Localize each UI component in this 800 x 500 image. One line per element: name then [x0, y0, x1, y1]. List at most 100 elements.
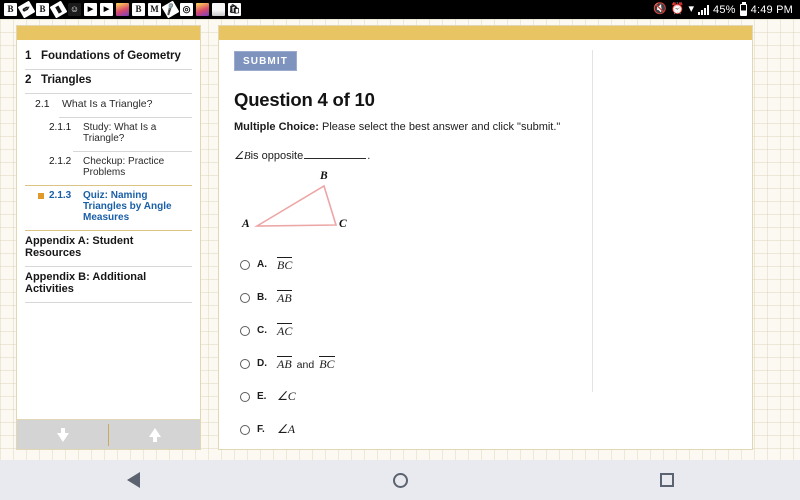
- answer-options-list: A. BC B. AB C. AC D. AB and BC E. ∠C F. …: [234, 254, 752, 440]
- option-content: AB and BC: [277, 356, 335, 371]
- sidebar-item-number: 2.1.3: [49, 190, 72, 201]
- radio-button-d[interactable]: [240, 358, 250, 369]
- radio-button-c[interactable]: [240, 325, 250, 336]
- scroll-up-button[interactable]: [109, 420, 200, 449]
- sidebar-item-label: Checkup: Practice Problems: [83, 156, 165, 178]
- grid-paper-background: 1 Foundations of Geometry 2 Triangles 2.…: [0, 19, 800, 460]
- option-a[interactable]: A. BC: [234, 254, 752, 275]
- radio-button-f[interactable]: [240, 424, 250, 435]
- instructions-prefix: Multiple Choice:: [234, 121, 319, 133]
- sidebar-item-number: 2.1.1: [49, 122, 72, 133]
- sidebar-item-appendix-b[interactable]: Appendix B: Additional Activities: [17, 267, 200, 299]
- option-letter: D.: [257, 358, 267, 369]
- option-letter: C.: [257, 325, 267, 336]
- radio-button-a[interactable]: [240, 259, 250, 270]
- question-stem: ∠B is opposite.: [234, 149, 752, 162]
- sidebar-item-foundations-of-geometry[interactable]: 1 Foundations of Geometry: [17, 46, 200, 66]
- sidebar-item-triangles[interactable]: 2 Triangles: [17, 70, 200, 90]
- android-status-bar: B ✏ B ▮ ☺ ▶ ▶ B M 🎤 ◎ 🛍 🔇 ⏰ ▾ 45% 4:49 P…: [0, 0, 800, 19]
- sidebar-item-quiz-naming-triangles-by-angle-measures[interactable]: 2.1.3 Quiz: Naming Triangles by Angle Me…: [17, 186, 200, 227]
- sidebar-item-label: Appendix B: Additional Activities: [25, 271, 147, 295]
- sidebar-item-number: 2: [25, 74, 32, 86]
- recents-square-icon: [659, 473, 674, 487]
- stem-angle-label: ∠B: [234, 150, 251, 162]
- option-letter: E.: [257, 391, 267, 402]
- content-vertical-rule: [592, 50, 593, 392]
- vertex-label-b: B: [320, 170, 328, 182]
- page-title: Question 4 of 10: [234, 89, 375, 110]
- option-letter: B.: [257, 292, 267, 303]
- battery-percent-label: 45%: [713, 3, 736, 16]
- option-content: ∠A: [277, 422, 295, 437]
- triangle-figure: A B C: [242, 168, 357, 240]
- sidebar-item-number: 2.1.2: [49, 156, 72, 167]
- wifi-icon: ▾: [688, 3, 694, 15]
- option-c[interactable]: C. AC: [234, 320, 752, 341]
- radio-button-b[interactable]: [240, 292, 250, 303]
- alarm-icon: ⏰: [670, 3, 685, 15]
- home-button[interactable]: [267, 472, 534, 488]
- recents-button[interactable]: [533, 473, 800, 487]
- question-body: SUBMIT Question 4 of 10 Multiple Choice:…: [219, 40, 752, 452]
- segment-label: AB: [277, 290, 292, 306]
- instructions-text: Please select the best answer and click …: [318, 121, 561, 133]
- option-e[interactable]: E. ∠C: [234, 386, 752, 407]
- sidebar-item-what-is-a-triangle[interactable]: 2.1 What Is a Triangle?: [17, 94, 200, 114]
- option-f[interactable]: F. ∠A: [234, 419, 752, 440]
- vertex-label-a: A: [242, 218, 250, 230]
- option-content: ∠C: [277, 389, 296, 404]
- gmail-icon: M: [148, 3, 161, 16]
- clock-label: 4:49 PM: [750, 3, 793, 16]
- option-content: AB: [277, 290, 292, 305]
- radio-button-e[interactable]: [240, 391, 250, 402]
- sidebar-item-checkup-practice-problems[interactable]: 2.1.2 Checkup: Practice Problems: [17, 152, 200, 182]
- instagram-icon: ◎: [180, 3, 193, 16]
- sidebar-item-label: Triangles: [41, 74, 92, 86]
- content-header-bar: [219, 26, 752, 40]
- option-d[interactable]: D. AB and BC: [234, 353, 752, 374]
- sidebar-item-study-what-is-a-triangle[interactable]: 2.1.1 Study: What Is a Triangle?: [17, 118, 200, 148]
- back-button[interactable]: [0, 472, 267, 488]
- course-outline-sidebar: 1 Foundations of Geometry 2 Triangles 2.…: [16, 25, 201, 450]
- mute-icon: 🔇: [653, 3, 667, 15]
- scroll-down-button[interactable]: [17, 420, 108, 449]
- sidebar-header-bar: [17, 26, 200, 40]
- sidebar-item-label: What Is a Triangle?: [62, 98, 153, 110]
- submit-button[interactable]: SUBMIT: [234, 51, 297, 71]
- conjunction-label: and: [296, 359, 315, 371]
- sidebar-item-label: Foundations of Geometry: [41, 50, 181, 62]
- battery-icon: [739, 1, 747, 16]
- microphone-icon: 🎤: [161, 0, 180, 19]
- sidebar-item-number: 1: [25, 50, 32, 62]
- table-of-contents: 1 Foundations of Geometry 2 Triangles 2.…: [17, 40, 200, 419]
- arrow-up-icon: [148, 427, 161, 442]
- question-panel: SUBMIT Question 4 of 10 Multiple Choice:…: [218, 25, 753, 450]
- option-content: BC: [277, 257, 293, 272]
- sidebar-divider: [25, 302, 192, 303]
- active-item-bullet-icon: [38, 193, 44, 199]
- shopping-bag-icon: 🛍: [228, 3, 241, 16]
- sidebar-item-label: Appendix A: Student Resources: [25, 235, 134, 259]
- home-circle-icon: [392, 472, 408, 488]
- signal-bars-icon: [698, 4, 709, 15]
- option-letter: A.: [257, 259, 267, 270]
- eraser-icon: ▮: [49, 0, 68, 19]
- arrow-down-icon: [56, 427, 69, 442]
- question-instructions: Multiple Choice: Please select the best …: [234, 121, 752, 133]
- blackboard-icon: B: [4, 3, 17, 16]
- vertex-label-c: C: [339, 218, 347, 230]
- pencil-icon: ✏: [17, 0, 36, 19]
- answer-blank: [304, 150, 367, 159]
- youtube-icon: ▶: [100, 3, 113, 16]
- sidebar-item-appendix-a[interactable]: Appendix A: Student Resources: [17, 231, 200, 263]
- sidebar-scroll-footer: [17, 419, 200, 449]
- sidebar-item-number: 2.1: [35, 98, 50, 110]
- notification-icon-tray: B ✏ B ▮ ☺ ▶ ▶ B M 🎤 ◎ 🛍: [4, 0, 653, 19]
- photos-icon: [116, 3, 129, 16]
- option-b[interactable]: B. AB: [234, 287, 752, 308]
- blackboard-icon: B: [36, 3, 49, 16]
- option-letter: F.: [257, 424, 265, 435]
- angle-label: ∠A: [277, 422, 296, 436]
- stem-text-before: is opposite: [250, 150, 304, 162]
- gradient-app-icon: [196, 3, 209, 16]
